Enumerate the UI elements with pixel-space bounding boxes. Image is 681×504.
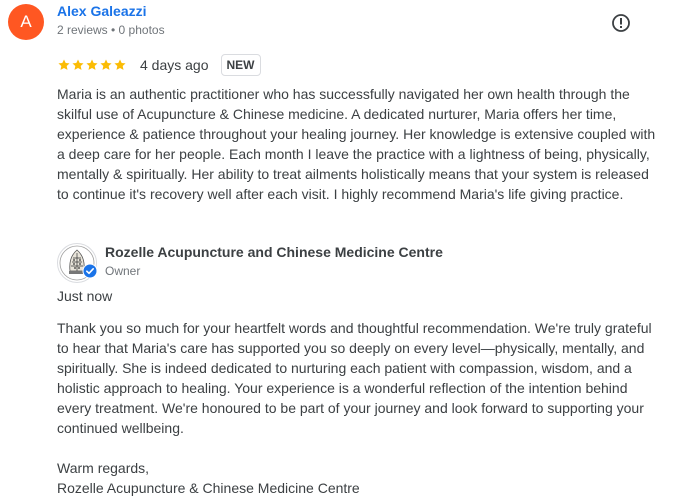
owner-response-text: Thank you so much for your heartfelt wor…	[57, 320, 652, 436]
star-icon	[72, 59, 84, 70]
star-rating	[57, 58, 127, 72]
new-badge: NEW	[220, 54, 261, 76]
owner-name[interactable]: Rozelle Acupuncture and Chinese Medicine…	[105, 244, 443, 260]
sign-off-greeting: Warm regards,	[57, 460, 150, 476]
reviewer-name[interactable]: Alex Galeazzi	[57, 3, 147, 19]
star-icon	[100, 59, 112, 70]
owner-sign-off: Warm regards, Rozelle Acupuncture & Chin…	[57, 458, 657, 498]
star-icon	[58, 59, 70, 70]
review-date: 4 days ago	[140, 57, 209, 73]
rating-row: 4 days ago NEW	[57, 54, 261, 76]
report-icon[interactable]	[611, 13, 631, 33]
star-icon	[86, 59, 98, 70]
sign-off-name: Rozelle Acupuncture & Chinese Medicine C…	[57, 480, 360, 496]
owner-role: Owner	[105, 264, 141, 278]
verified-icon	[82, 263, 98, 279]
star-icon	[114, 59, 126, 70]
response-time: Just now	[57, 288, 113, 304]
review-text: Maria is an authentic practitioner who h…	[57, 86, 656, 202]
reviewer-meta: 2 reviews • 0 photos	[57, 23, 165, 37]
reviewer-avatar[interactable]: A	[8, 4, 44, 40]
